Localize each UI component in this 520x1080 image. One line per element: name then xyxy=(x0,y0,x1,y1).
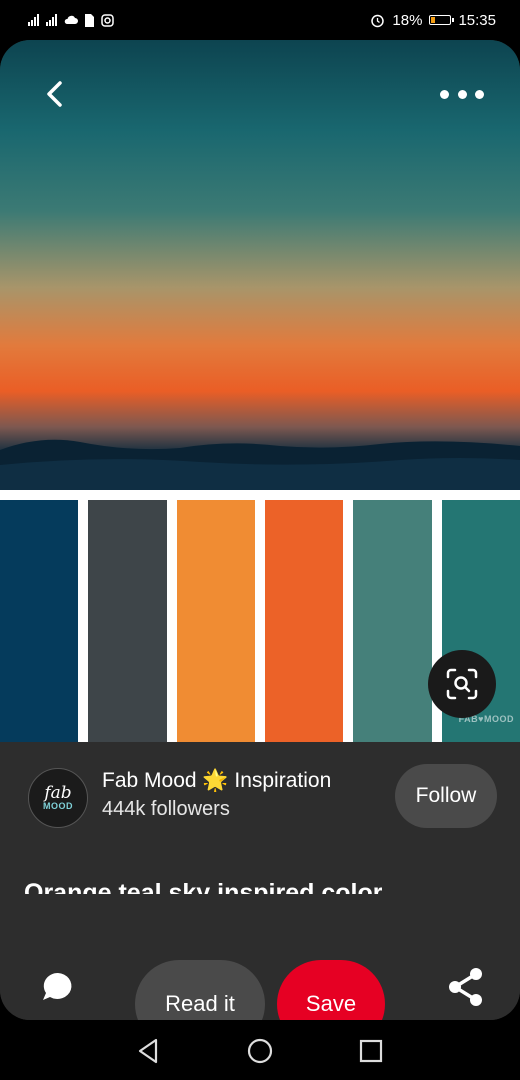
nav-recents-button[interactable] xyxy=(356,1036,386,1066)
comment-icon xyxy=(43,972,72,1000)
dot-icon xyxy=(475,89,484,99)
lens-search-icon xyxy=(446,668,478,700)
status-left xyxy=(28,13,114,27)
pin-card: FAB♥MOOD fab MOOD Fab Mood 🌟 Inspiration… xyxy=(0,40,520,1020)
battery-percent: 18% xyxy=(392,11,423,29)
system-nav-bar xyxy=(0,1020,520,1080)
creator-avatar[interactable]: fab MOOD xyxy=(28,768,88,828)
signal-icon xyxy=(28,14,39,26)
alarm-icon xyxy=(371,14,385,27)
share-icon xyxy=(449,968,482,1006)
swatch-2 xyxy=(88,500,167,742)
swatch-3 xyxy=(176,500,255,742)
swatch-4 xyxy=(264,500,344,742)
swatch-1 xyxy=(0,500,79,742)
sim-icon xyxy=(85,13,94,27)
cloud-icon xyxy=(64,15,78,24)
triangle-back-icon xyxy=(138,1038,158,1064)
pin-title: Orange teal sky inspired color xyxy=(24,880,382,894)
square-recents-icon xyxy=(359,1039,383,1063)
avatar-text-fab: fab xyxy=(44,783,72,803)
pin-image[interactable] xyxy=(0,40,520,490)
avatar-text-mood: MOOD xyxy=(43,801,73,811)
mountain-silhouette xyxy=(0,439,520,490)
palette-divider xyxy=(0,490,520,500)
save-button[interactable]: Save xyxy=(277,960,385,1020)
follower-count: 444k followers xyxy=(102,798,230,820)
nav-home-button[interactable] xyxy=(245,1036,275,1066)
battery-icon xyxy=(429,15,455,25)
creator-name[interactable]: Fab Mood 🌟 Inspiration xyxy=(102,769,331,793)
instagram-icon xyxy=(101,13,114,27)
action-bar: Read it Save xyxy=(0,895,520,1020)
pin-title-text: Orange teal sky inspired color xyxy=(24,880,383,894)
more-options-button[interactable] xyxy=(440,82,484,106)
signal-4g-icon xyxy=(46,14,57,26)
comment-button[interactable] xyxy=(38,967,78,1007)
dot-icon xyxy=(457,89,467,99)
status-right: 18% 15:35 xyxy=(370,12,496,29)
back-button[interactable] xyxy=(40,78,72,110)
clock: 15:35 xyxy=(458,11,496,29)
chevron-left-icon xyxy=(47,81,62,107)
status-bar: 18% 15:35 xyxy=(0,0,520,40)
read-it-button[interactable]: Read it xyxy=(135,960,265,1020)
dot-icon xyxy=(440,89,449,99)
share-button[interactable] xyxy=(446,965,486,1009)
visual-search-button[interactable] xyxy=(428,650,496,718)
swatch-5 xyxy=(353,500,432,742)
nav-back-button[interactable] xyxy=(134,1036,164,1066)
circle-home-icon xyxy=(247,1038,273,1064)
follow-button[interactable]: Follow xyxy=(395,764,497,828)
